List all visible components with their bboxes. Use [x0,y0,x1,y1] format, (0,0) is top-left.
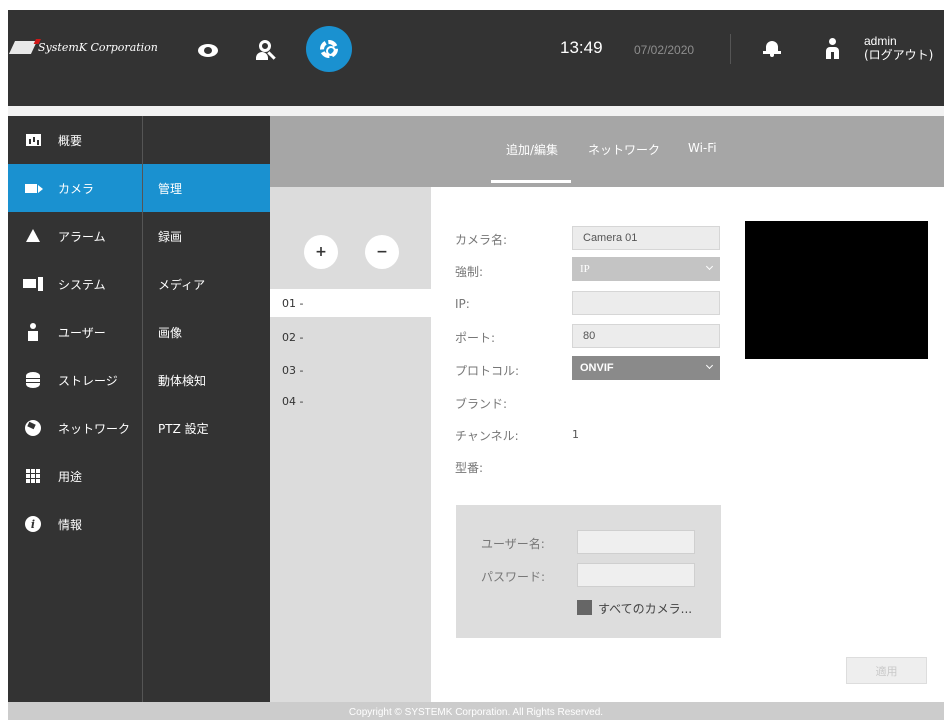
clock-date: 07/02/2020 [634,43,695,57]
header-divider [730,34,731,64]
footer-copyright: Copyright © SYSTEMK Corporation. All Rig… [8,702,944,720]
clock-time: 13:49 [560,38,603,57]
company-logo: SystemK Corporation [8,41,158,54]
active-tab-indicator [491,180,571,183]
primary-sidebar: 概要 カメラ アラーム システム ユーザー ストレージ ネットワーク 用途 i … [8,116,142,702]
protocol-label: プロトコル: [455,364,520,378]
channel-label: チャンネル: [455,429,519,443]
ip-input[interactable] [572,291,720,315]
nav-item-label: システム [58,277,106,292]
brand-label: ブランド: [455,397,508,411]
tab-network[interactable]: ネットワーク [588,141,660,158]
force-label: 強制: [455,265,484,279]
database-icon [8,370,58,390]
settings-gear-button[interactable] [306,26,352,72]
camera-preview [745,221,928,359]
nav-item-applications[interactable]: 用途 [8,452,142,500]
nav-item-label: ストレージ [58,373,118,388]
notification-bell-icon[interactable] [763,40,781,58]
nav-item-label: 用途 [58,469,83,484]
grid-icon [8,466,58,486]
subnav-item-image[interactable]: 画像 [143,308,271,356]
model-label: 型番: [455,461,484,475]
bell-icon [8,226,58,246]
logo-mark-icon [8,41,38,54]
gear-icon [320,40,338,58]
camera-name-label: カメラ名: [455,233,508,247]
protocol-select[interactable]: ONVIF [572,356,720,380]
subnav-item-recording[interactable]: 録画 [143,212,271,260]
globe-icon [8,418,58,438]
camera-list-panel: + − 01 - 02 - 03 - 04 - [270,187,431,702]
camera-list-item[interactable]: 04 - [270,387,431,415]
nav-item-user[interactable]: ユーザー [8,308,142,356]
live-view-eye-icon[interactable] [193,35,223,65]
port-input[interactable]: 80 [572,324,720,348]
all-cameras-checkbox[interactable] [577,600,592,615]
user-name: admin [864,34,897,48]
all-cameras-label: すべてのカメラ... [598,602,693,616]
nav-item-system[interactable]: システム [8,260,142,308]
chevron-down-icon [705,262,714,271]
ip-label: IP: [455,297,470,311]
computer-icon [8,274,58,294]
force-select[interactable]: IP [572,257,720,281]
username-label: ユーザー名: [481,537,545,551]
camera-list-item[interactable]: 02 - [270,323,431,351]
company-name: SystemK Corporation [38,41,158,54]
top-header [8,10,944,106]
remove-camera-button[interactable]: − [365,235,399,269]
credentials-box: ユーザー名: パスワード: すべてのカメラ... [456,505,721,638]
nav-item-storage[interactable]: ストレージ [8,356,142,404]
search-user-icon[interactable] [250,35,280,65]
camera-edit-form: カメラ名: Camera 01 強制: IP IP: ポート: 80 プロトコル… [431,187,944,702]
camera-name-input[interactable]: Camera 01 [572,226,720,250]
nav-item-info[interactable]: i 情報 [8,500,142,548]
username-input[interactable] [577,530,695,554]
nav-item-camera[interactable]: カメラ [8,164,142,212]
protocol-select-value: ONVIF [580,362,614,374]
subnav-item-media[interactable]: メディア [143,260,271,308]
nav-item-alarm[interactable]: アラーム [8,212,142,260]
tab-bar: 追加/編集 ネットワーク Wi-Fi [270,116,944,187]
user-avatar-icon [826,38,840,60]
nav-item-label: ユーザー [58,325,106,340]
logout-link[interactable]: (ログアウト) [864,48,933,62]
subnav-item-ptz-settings[interactable]: PTZ 設定 [143,404,271,452]
camera-list-item[interactable]: 01 - [270,289,431,317]
secondary-sidebar: 管理 録画 メディア 画像 動体検知 PTZ 設定 [142,116,271,702]
tab-add-edit[interactable]: 追加/編集 [506,141,558,158]
chart-bar-icon [8,130,58,150]
chevron-down-icon [705,361,714,370]
port-label: ポート: [455,331,496,345]
nav-item-network[interactable]: ネットワーク [8,404,142,452]
nav-item-label: 情報 [58,517,83,532]
subnav-item-motion-detection[interactable]: 動体検知 [143,356,271,404]
subnav-item-management[interactable]: 管理 [143,164,271,212]
video-camera-icon [8,178,58,198]
nav-item-label: カメラ [58,181,95,196]
user-icon [8,322,58,342]
channel-value: 1 [572,428,579,441]
camera-list-item[interactable]: 03 - [270,356,431,384]
nav-item-overview[interactable]: 概要 [8,116,142,164]
add-camera-button[interactable]: + [304,235,338,269]
nav-item-label: ネットワーク [58,421,131,436]
nav-item-label: 概要 [58,133,83,148]
apply-button[interactable]: 適用 [846,657,927,684]
tab-wifi[interactable]: Wi-Fi [688,141,717,155]
nav-item-label: アラーム [58,229,106,244]
force-select-value: IP [580,263,590,275]
password-label: パスワード: [481,570,546,584]
info-icon: i [8,514,58,534]
password-input[interactable] [577,563,695,587]
